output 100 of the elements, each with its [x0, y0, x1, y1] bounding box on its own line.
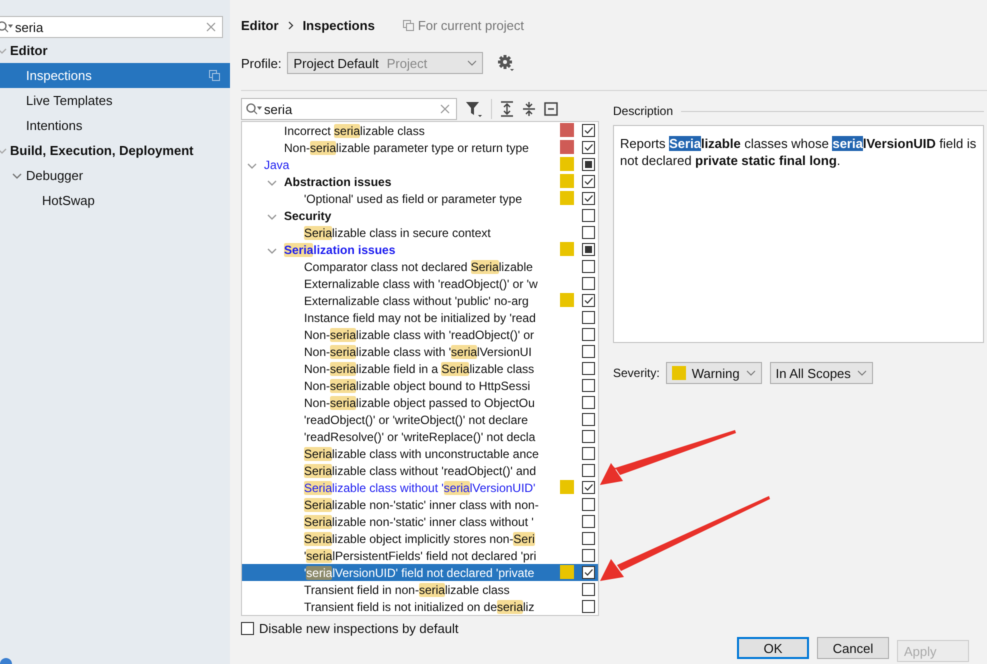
chevron-icon[interactable]: [12, 172, 22, 180]
checkbox[interactable]: [582, 175, 595, 188]
inspection-label: Serializable class without 'readObject()' and: [304, 464, 536, 478]
chevron-icon[interactable]: [247, 162, 257, 170]
tree-row[interactable]: Security: [242, 207, 598, 224]
tree-row[interactable]: Non-serializable class with 'readObject()' or: [242, 326, 598, 344]
profile-dropdown[interactable]: Project Default Project: [287, 52, 484, 74]
tree-row[interactable]: Serializable class with unconstructable ance: [242, 445, 598, 462]
checkbox[interactable]: [582, 532, 595, 546]
collapse-all-icon[interactable]: [522, 101, 536, 118]
tree-row[interactable]: Serializable non-'static' inner class with non-: [242, 496, 598, 514]
tree-row[interactable]: Externalizable class with 'readObject()' or 'w: [242, 275, 598, 292]
tree-row[interactable]: Non-serializable object bound to HttpSessi: [242, 377, 598, 394]
checkbox[interactable]: [582, 311, 595, 324]
inspection-label: Serializable class in secure context: [304, 226, 491, 240]
search-field[interactable]: seria: [0, 16, 223, 38]
tree-row[interactable]: Incorrect serializable class: [242, 122, 598, 140]
tree-row[interactable]: Serializable class in secure context: [242, 224, 598, 242]
tree-row[interactable]: Non-serializable field in a Serializable class: [242, 360, 598, 378]
minus-square-icon[interactable]: [544, 102, 558, 116]
inspection-label: Transient field in non-serializable class: [304, 582, 510, 597]
tree-row[interactable]: Instance field may not be initialized by 'read: [242, 309, 598, 326]
tree-row[interactable]: Java: [242, 156, 598, 174]
tree-row[interactable]: Abstraction issues: [242, 173, 598, 190]
tree-row[interactable]: 'serialPersistentFields' field not declared 'pri: [242, 547, 598, 564]
inspection-label: 'Optional' used as field or parameter type: [304, 192, 522, 206]
scope-note: For current project: [418, 18, 524, 34]
sidebar-item[interactable]: Inspections: [0, 63, 230, 88]
tree-row[interactable]: Externalizable class without 'public' no-arg: [242, 292, 598, 310]
checkbox[interactable]: [582, 583, 595, 596]
settings-icon[interactable]: [497, 54, 516, 72]
severity-dropdown[interactable]: Warning: [666, 362, 762, 384]
inspection-label: Comparator class not declared Serializable: [304, 260, 533, 274]
tree-row[interactable]: Comparator class not declared Serializable: [242, 258, 598, 276]
checkbox[interactable]: [582, 294, 595, 308]
chevron-icon[interactable]: [267, 212, 277, 221]
dialog-button[interactable]: Cancel: [817, 637, 889, 660]
inspection-label: 'readResolve()' or 'writeReplace()' not decla: [304, 430, 536, 444]
tree-row[interactable]: Serializable class without 'serialVersionUID': [242, 479, 598, 496]
tree-row[interactable]: Non-serializable object passed to ObjectOu: [242, 394, 598, 412]
checkbox[interactable]: [582, 566, 595, 580]
dialog-button[interactable]: OK: [737, 637, 809, 660]
checkbox[interactable]: [582, 277, 595, 290]
checkbox[interactable]: [582, 243, 595, 256]
checkbox[interactable]: [582, 362, 595, 376]
checkbox[interactable]: [582, 379, 595, 392]
chevron-icon[interactable]: [267, 246, 277, 255]
search-icon: [246, 103, 262, 116]
chevron-icon[interactable]: [267, 178, 277, 187]
clear-icon[interactable]: [440, 104, 450, 114]
checkbox[interactable]: [582, 600, 595, 614]
filter-field[interactable]: seria: [241, 98, 457, 120]
checkbox[interactable]: [582, 124, 595, 138]
checkbox[interactable]: [582, 464, 595, 478]
inspection-label: Serializable non-'static' inner class without ': [304, 514, 534, 529]
filter-icon[interactable]: [465, 100, 483, 118]
checkbox[interactable]: [582, 328, 595, 342]
tree-row[interactable]: 'readObject()' or 'writeObject()' not declare: [242, 411, 598, 428]
checkbox[interactable]: [582, 260, 595, 274]
tree-row[interactable]: Serializable class without 'readObject()' and: [242, 462, 598, 480]
checkbox[interactable]: [582, 430, 595, 444]
breadcrumb-item[interactable]: Editor: [241, 18, 279, 34]
inspection-label: Java: [264, 158, 290, 172]
checkbox[interactable]: [582, 141, 595, 154]
tree-row[interactable]: Serializable non-'static' inner class without ': [242, 513, 598, 530]
breadcrumb-item: Inspections: [302, 18, 375, 34]
tree-row[interactable]: Non-serializable parameter type or return type: [242, 139, 598, 156]
tree-row[interactable]: 'readResolve()' or 'writeReplace()' not decla: [242, 428, 598, 446]
checkbox[interactable]: [582, 549, 595, 562]
scope-dropdown[interactable]: In All Scopes: [770, 362, 873, 384]
checkbox[interactable]: [582, 447, 595, 460]
inspection-label: Externalizable class with 'readObject()' or 'w: [304, 276, 538, 291]
sidebar-item[interactable]: Debugger: [0, 163, 230, 188]
tree-row[interactable]: Transient field in non-serializable class: [242, 581, 598, 598]
tree-row[interactable]: Serializable object implicitly stores non-Seri: [242, 530, 598, 548]
disable-new-checkbox[interactable]: Disable new inspections by default: [241, 619, 599, 638]
checkbox[interactable]: [582, 345, 595, 358]
sidebar-item[interactable]: Live Templates: [0, 88, 230, 113]
sidebar-item[interactable]: Intentions: [0, 113, 230, 138]
checkbox[interactable]: [582, 226, 595, 240]
checkbox[interactable]: [582, 396, 595, 410]
expand-all-icon[interactable]: [500, 101, 514, 118]
inspection-label: Incorrect serializable class: [284, 124, 425, 138]
checkbox[interactable]: [582, 515, 595, 528]
inspection-label: Non-serializable field in a Serializable class: [304, 362, 534, 376]
sidebar-item[interactable]: Build, Execution, Deployment: [0, 138, 230, 163]
checkbox[interactable]: [582, 498, 595, 512]
clear-icon[interactable]: [206, 22, 216, 32]
sidebar-item[interactable]: Editor: [0, 38, 230, 63]
checkbox[interactable]: [582, 413, 595, 426]
caret-icon: [746, 370, 756, 376]
checkbox[interactable]: [582, 192, 595, 206]
tree-row[interactable]: 'Optional' used as field or parameter type: [242, 190, 598, 208]
tree-row[interactable]: Serialization issues: [242, 241, 598, 258]
tree-row[interactable]: Transient field is not initialized on deserializ: [242, 598, 598, 616]
sidebar-item[interactable]: HotSwap: [0, 188, 230, 213]
checkbox[interactable]: [582, 481, 595, 494]
checkbox[interactable]: [582, 209, 595, 222]
tree-row[interactable]: Non-serializable class with 'serialVersionUI: [242, 343, 598, 360]
checkbox[interactable]: [582, 158, 595, 172]
